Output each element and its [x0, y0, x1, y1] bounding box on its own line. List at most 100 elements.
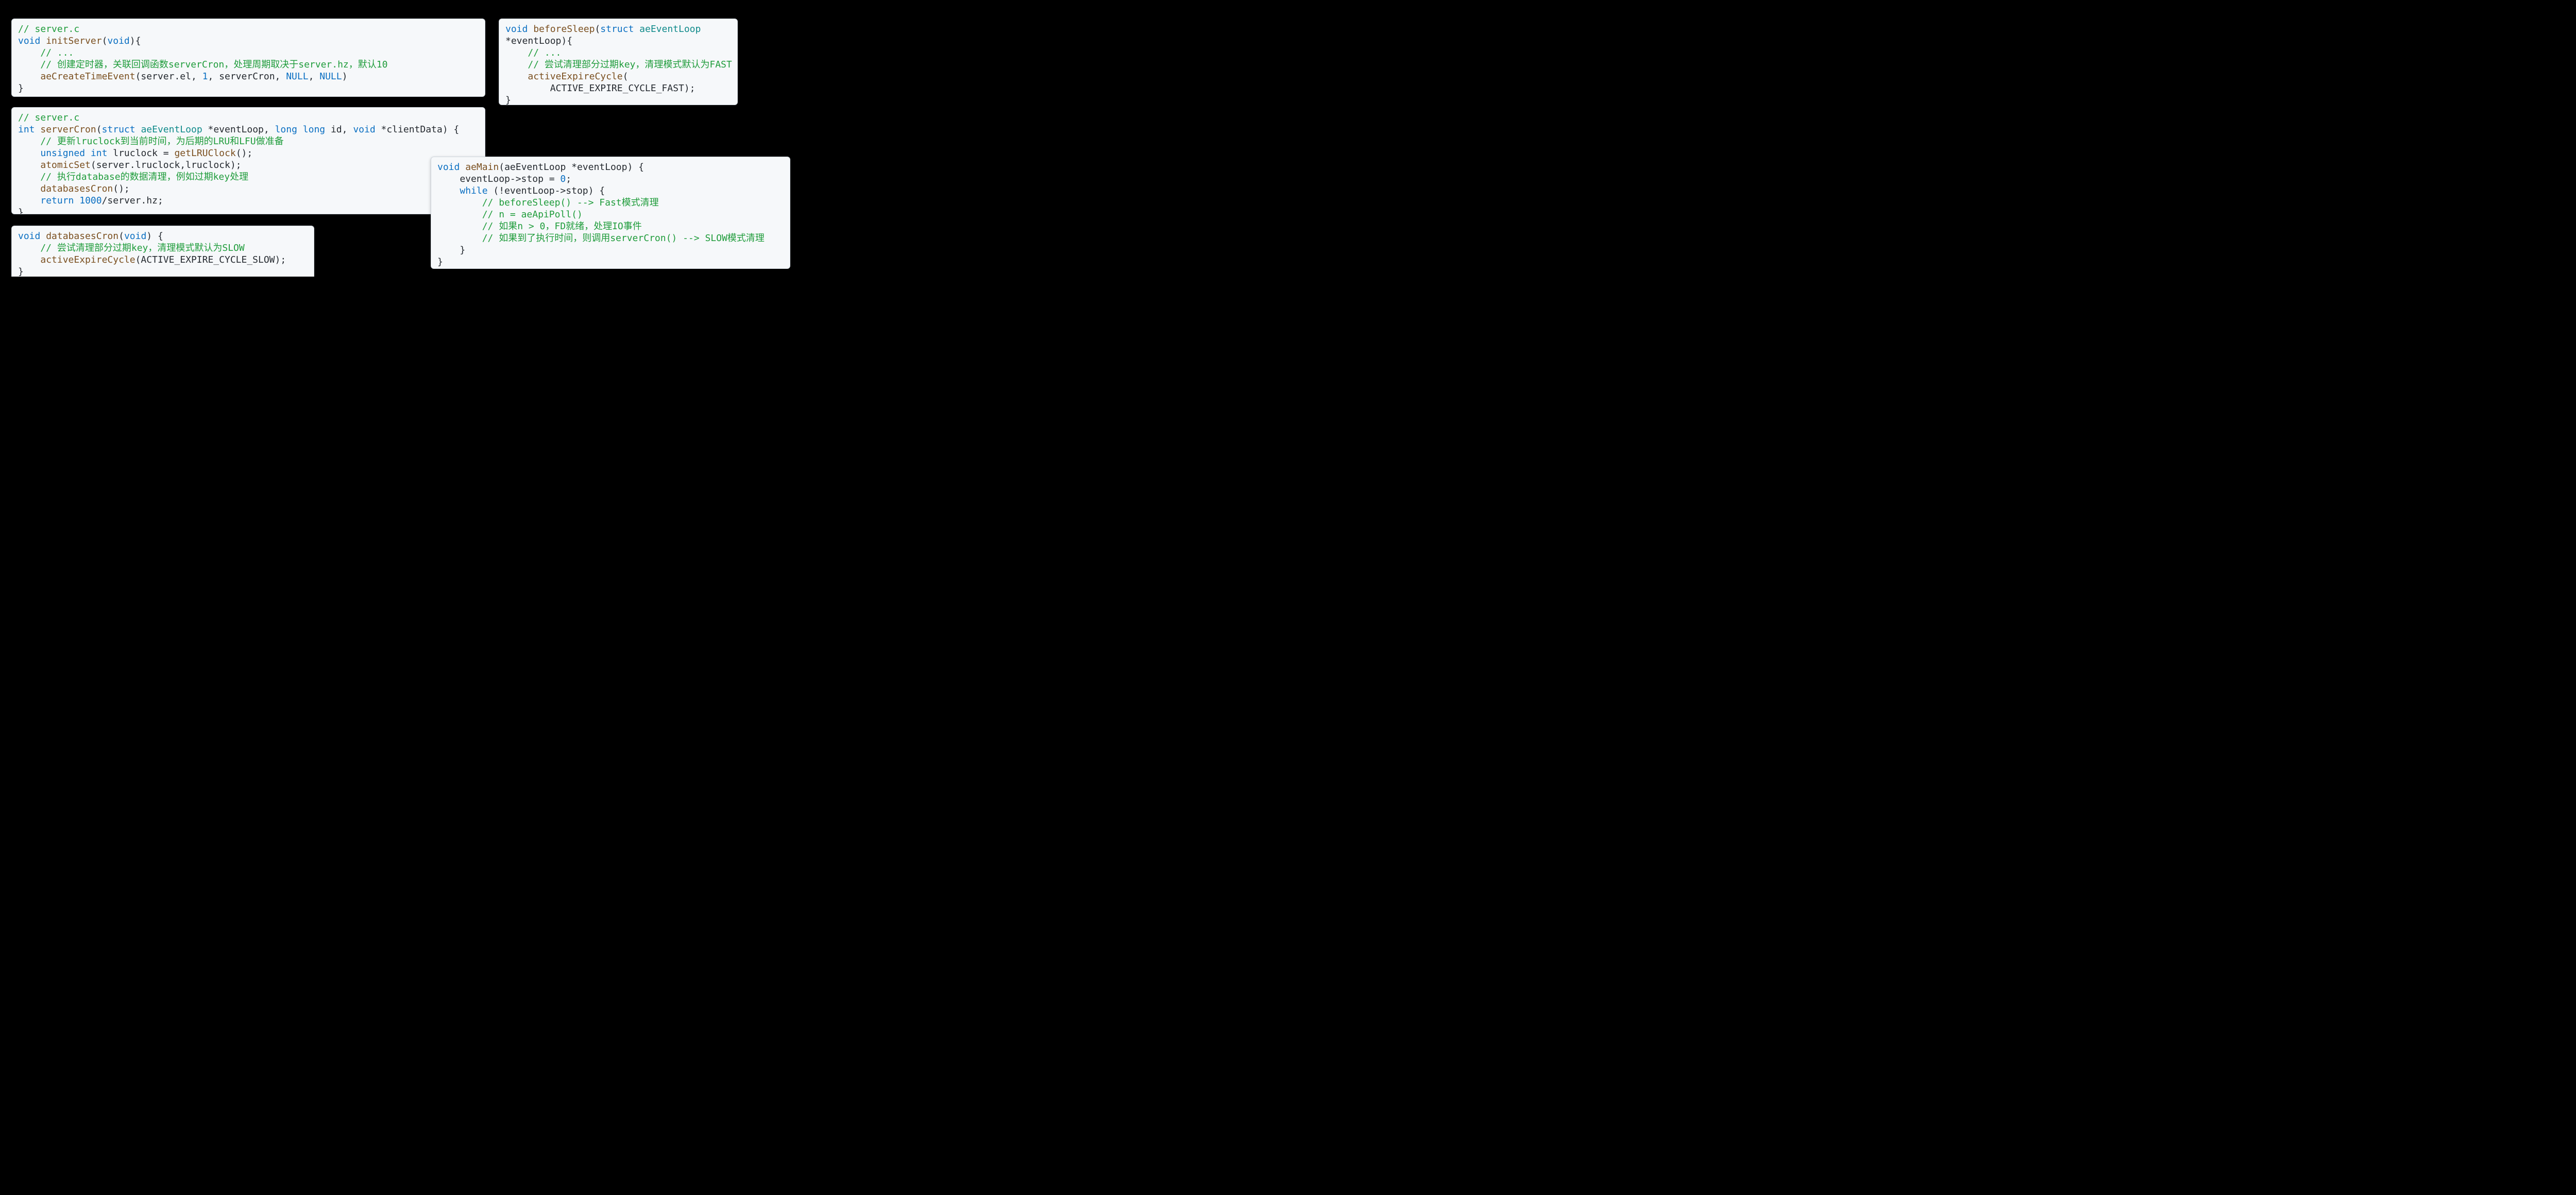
code-token: eventLoop->stop = — [437, 174, 560, 184]
code-token-func: atomicSet — [40, 160, 91, 170]
code-token: ACTIVE_EXPIRE_CYCLE_FAST); — [505, 83, 695, 94]
code-token — [634, 24, 639, 35]
code-token: (ACTIVE_EXPIRE_CYCLE_SLOW); — [135, 254, 286, 265]
code-token-comment: // 尝试清理部分过期key，清理模式默认为FAST — [528, 59, 732, 70]
code-token — [18, 195, 40, 206]
code-line: void databasesCron(void) { — [18, 231, 163, 242]
code-token-comment: // ... — [40, 47, 74, 58]
code-token-keyword: int — [18, 124, 35, 135]
code-token: ) { — [146, 231, 163, 242]
code-token-comment: // 尝试清理部分过期key，清理模式默认为SLOW — [40, 243, 244, 253]
code-token: *clientData) { — [376, 124, 460, 135]
code-token: ( — [595, 24, 600, 35]
code-token — [18, 59, 40, 70]
code-line: // ... — [505, 47, 561, 58]
code-line: void beforeSleep(struct aeEventLoop — [505, 24, 701, 35]
code-line: eventLoop->stop = 0; — [437, 174, 571, 184]
code-token — [18, 172, 40, 182]
code-token — [35, 124, 41, 135]
code-token-func: databasesCron — [40, 183, 113, 194]
code-token — [135, 124, 141, 135]
code-token — [18, 71, 40, 82]
code-token — [18, 160, 40, 170]
code-token: ){ — [130, 36, 141, 46]
code-line: // 更新lruclock到当前时间，为后期的LRU和LFU做准备 — [18, 136, 284, 147]
code-token-number: 0 — [560, 174, 566, 184]
code-token-func: beforeSleep — [533, 24, 595, 35]
code-token: ) — [342, 71, 348, 82]
code-token-comment: // 如果到了执行时间，则调用serverCron() --> SLOW模式清理 — [482, 233, 765, 244]
code-token — [74, 195, 79, 206]
code-token — [18, 243, 40, 253]
code-token: lruclock = — [107, 148, 174, 159]
code-token — [505, 59, 528, 70]
code-token-func: getLRUClock — [174, 148, 235, 159]
code-line: while (!eventLoop->stop) { — [437, 185, 605, 196]
code-token: ( — [102, 36, 108, 46]
code-token — [85, 148, 91, 159]
code-token-comment: // 执行database的数据清理，例如过期key处理 — [40, 172, 248, 182]
code-token: , serverCron, — [208, 71, 286, 82]
code-line: // server.c — [18, 112, 79, 123]
code-token-func: activeExpireCycle — [40, 254, 135, 265]
code-box-ae-main: void aeMain(aeEventLoop *eventLoop) { ev… — [431, 157, 790, 269]
code-token-comment: // 如果n > 0，FD就绪，处理IO事件 — [482, 221, 642, 232]
code-token-keyword: unsigned — [40, 148, 85, 159]
code-token — [297, 124, 303, 135]
code-token-comment: // server.c — [18, 112, 79, 123]
code-token: (); — [113, 183, 130, 194]
code-token: (!eventLoop->stop) { — [488, 185, 605, 196]
code-line: } — [18, 83, 24, 94]
code-line: } — [505, 95, 511, 105]
code-token — [18, 254, 40, 265]
code-line: } — [437, 257, 443, 267]
code-token-keyword: void — [353, 124, 375, 135]
code-token-func: activeExpireCycle — [528, 71, 622, 82]
code-box-server-cron: // server.c int serverCron(struct aeEven… — [11, 107, 485, 214]
code-line: aeCreateTimeEvent(server.el, 1, serverCr… — [18, 71, 347, 82]
code-token — [18, 136, 40, 147]
code-box-before-sleep: void beforeSleep(struct aeEventLoop *eve… — [499, 19, 738, 105]
code-token-keyword: return — [40, 195, 74, 206]
code-line: } — [18, 266, 24, 277]
code-token-type: aeEventLoop — [141, 124, 202, 135]
code-token-comment: // n = aeApiPoll() — [482, 209, 583, 220]
code-token: } — [437, 257, 443, 267]
code-token-keyword: long — [303, 124, 325, 135]
code-token-const: NULL — [319, 71, 342, 82]
code-token-func: serverCron — [40, 124, 96, 135]
code-token — [437, 209, 482, 220]
code-token-keyword: while — [460, 185, 487, 196]
code-line: activeExpireCycle(ACTIVE_EXPIRE_CYCLE_SL… — [18, 254, 286, 265]
code-token — [18, 47, 40, 58]
code-line: // 尝试清理部分过期key，清理模式默认为FAST — [505, 59, 732, 70]
code-token-func: initServer — [46, 36, 101, 46]
code-token-func: aeMain — [465, 162, 499, 173]
code-token — [460, 162, 465, 173]
code-token-func: aeCreateTimeEvent — [40, 71, 135, 82]
code-token-keyword: void — [18, 36, 40, 46]
code-line: unsigned int lruclock = getLRUClock(); — [18, 148, 252, 159]
code-token: } — [18, 83, 24, 94]
code-box-databases-cron: void databasesCron(void) { // 尝试清理部分过期ke… — [11, 226, 314, 277]
code-token-comment: // server.c — [18, 24, 79, 35]
code-token-keyword: void — [437, 162, 460, 173]
code-token — [528, 24, 533, 35]
code-token-comment: // 创建定时器，关联回调函数serverCron，处理周期取决于server.… — [40, 59, 387, 70]
code-token: ( — [623, 71, 629, 82]
code-token: (aeEventLoop *eventLoop) { — [499, 162, 644, 173]
code-line: databasesCron(); — [18, 183, 130, 194]
code-token: /server.hz; — [102, 195, 163, 206]
code-line: // 如果n > 0，FD就绪，处理IO事件 — [437, 221, 642, 232]
code-token: (server.lruclock,lruclock); — [91, 160, 242, 170]
code-token: , — [309, 71, 320, 82]
code-token — [437, 221, 482, 232]
code-token: id, — [325, 124, 353, 135]
code-line: atomicSet(server.lruclock,lruclock); — [18, 160, 242, 170]
code-token — [505, 71, 528, 82]
code-token — [437, 197, 482, 208]
code-line: activeExpireCycle( — [505, 71, 628, 82]
code-token-comment: // ... — [528, 47, 561, 58]
code-token-comment: // beforeSleep() --> Fast模式清理 — [482, 197, 659, 208]
code-token-number: 1 — [202, 71, 208, 82]
